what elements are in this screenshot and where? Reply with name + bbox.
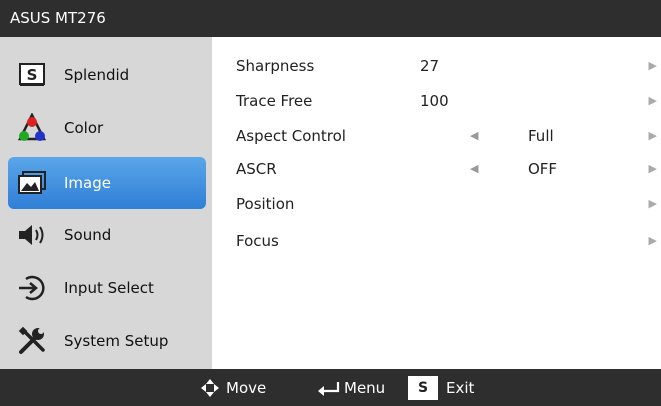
left-arrow-icon[interactable]: ◀ xyxy=(470,154,478,184)
speaker-icon xyxy=(14,217,50,253)
wrench-screwdriver-icon xyxy=(14,323,50,359)
setting-label: Focus xyxy=(236,232,279,250)
sidebar-item-color[interactable]: Color xyxy=(8,102,206,154)
setting-value: Full xyxy=(528,127,554,145)
color-rgb-icon xyxy=(14,110,50,146)
left-arrow-icon[interactable]: ◀ xyxy=(470,121,478,151)
sidebar-item-label: Splendid xyxy=(64,66,130,84)
setting-label: Position xyxy=(236,195,295,213)
right-arrow-icon: ▶ xyxy=(648,197,657,210)
right-arrow-icon: ▶ xyxy=(648,59,657,72)
image-settings-panel: Sharpness 27 ▶ Trace Free 100 ▶ Aspect C… xyxy=(212,37,661,369)
footer-exit-label: Exit xyxy=(446,378,475,397)
splendid-s-icon: S xyxy=(14,57,50,93)
setting-row-sharpness[interactable]: Sharpness 27 ▶ xyxy=(212,51,661,81)
sidebar-item-input-select[interactable]: Input Select xyxy=(8,262,206,314)
setting-label: Sharpness xyxy=(236,57,315,75)
right-arrow-icon: ▶ xyxy=(648,234,657,247)
sidebar-item-label: Color xyxy=(64,119,104,137)
setting-row-ascr[interactable]: ASCR ◀ OFF ▶ xyxy=(212,154,661,184)
sidebar-item-splendid[interactable]: S Splendid xyxy=(8,49,206,101)
footer-menu: Menu xyxy=(316,369,385,406)
osd-footer: Move Menu S Exit xyxy=(0,369,661,406)
right-arrow-icon[interactable]: ▶ xyxy=(649,121,657,151)
svg-text:S: S xyxy=(27,66,38,84)
footer-menu-label: Menu xyxy=(344,378,386,397)
setting-label: ASCR xyxy=(236,160,277,178)
sidebar-item-label: Image xyxy=(64,174,111,192)
setting-label: Aspect Control xyxy=(236,127,346,145)
sidebar-item-system-setup[interactable]: System Setup xyxy=(8,315,206,367)
setting-label: Trace Free xyxy=(236,92,313,110)
setting-row-focus[interactable]: Focus ▶ xyxy=(212,226,661,256)
setting-row-aspect-control[interactable]: Aspect Control ◀ Full ▶ xyxy=(212,121,661,151)
sidebar-item-sound[interactable]: Sound xyxy=(8,209,206,261)
move-arrows-icon xyxy=(200,378,220,398)
footer-move-label: Move xyxy=(226,378,267,397)
sidebar-item-label: Input Select xyxy=(64,279,154,297)
setting-value: OFF xyxy=(528,160,558,178)
image-icon xyxy=(14,165,50,201)
osd-sidebar: S Splendid Color Image Sound Input Selec… xyxy=(0,37,212,369)
sidebar-item-label: Sound xyxy=(64,226,112,244)
setting-row-trace-free[interactable]: Trace Free 100 ▶ xyxy=(212,86,661,116)
monitor-model-title: ASUS MT276 xyxy=(0,0,661,37)
right-arrow-icon[interactable]: ▶ xyxy=(649,154,657,184)
footer-move: Move xyxy=(200,369,266,406)
setting-value: 27 xyxy=(420,57,440,75)
enter-key-icon xyxy=(316,380,340,396)
setting-row-position[interactable]: Position ▶ xyxy=(212,189,661,219)
right-arrow-icon: ▶ xyxy=(648,94,657,107)
s-key-icon: S xyxy=(408,375,438,400)
sidebar-item-image[interactable]: Image xyxy=(8,157,206,209)
setting-value: 100 xyxy=(420,92,449,110)
footer-exit: S Exit xyxy=(408,369,474,406)
input-select-icon xyxy=(14,270,50,306)
sidebar-item-label: System Setup xyxy=(64,332,169,350)
